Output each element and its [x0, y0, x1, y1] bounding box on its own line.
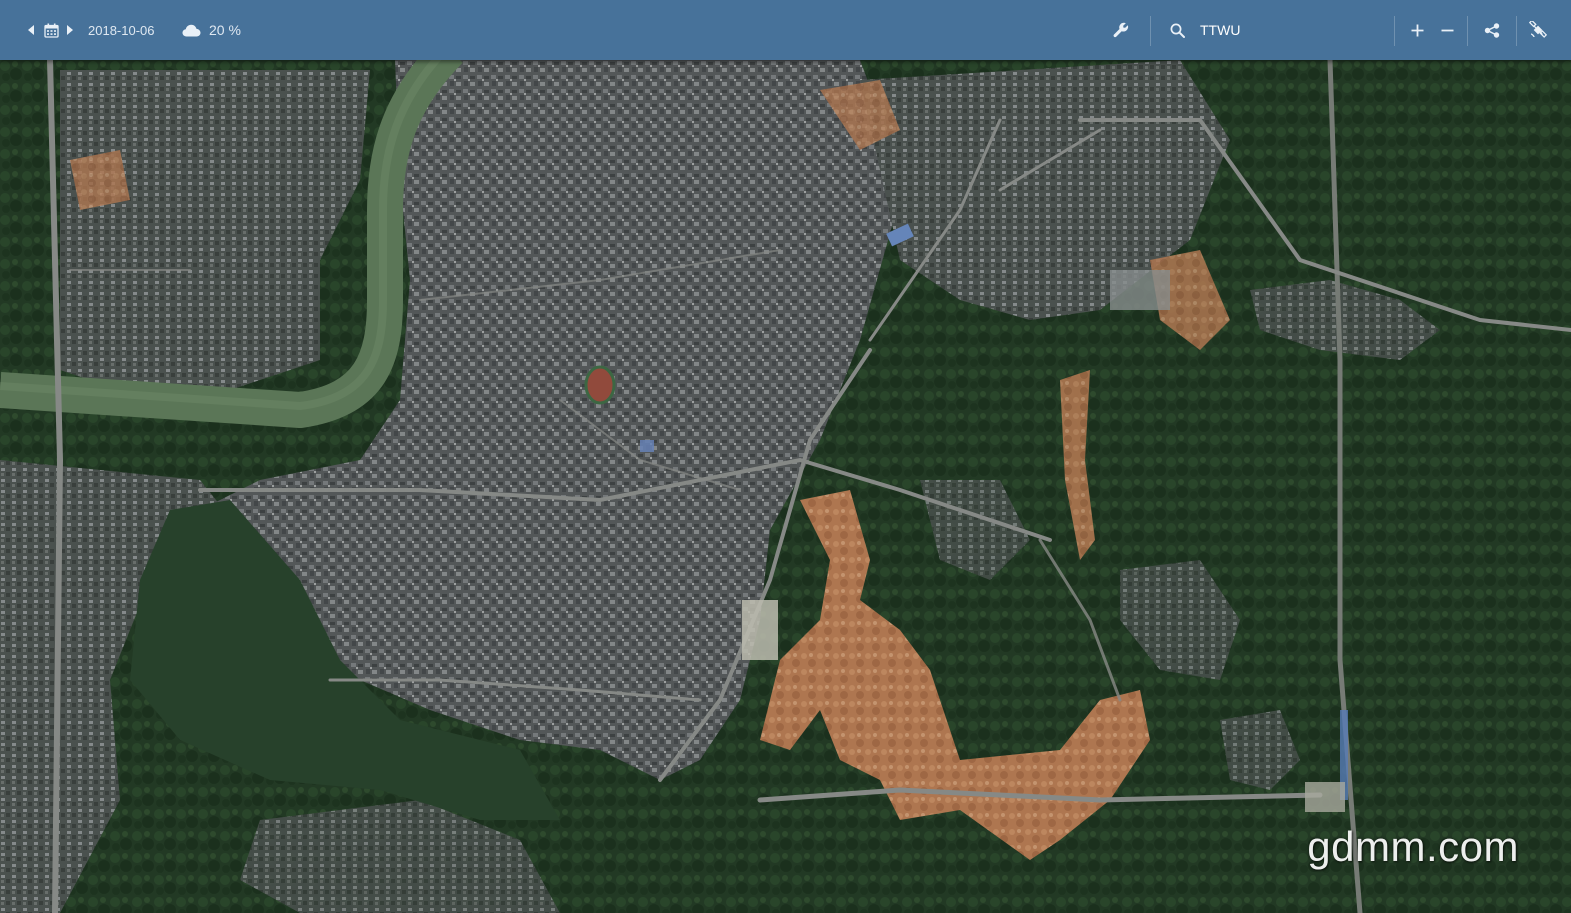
wrench-icon [1113, 22, 1129, 38]
zoom-out-button[interactable] [1436, 0, 1458, 60]
watermark: gdmm.com [1307, 823, 1519, 870]
tools-button[interactable] [1110, 0, 1132, 60]
calendar-button[interactable] [42, 0, 60, 60]
date-display[interactable]: 2018-10-06 [88, 0, 158, 60]
toolbar-separator [1150, 16, 1151, 46]
zoom-in-button[interactable] [1406, 0, 1428, 60]
share-button[interactable] [1481, 0, 1503, 60]
toolbar-separator [1467, 16, 1468, 46]
cloud-icon [182, 24, 200, 36]
toolbar-separator [1516, 16, 1517, 46]
top-toolbar: 2018-10-06 20 % TTWU [0, 0, 1571, 60]
satellite-icon [1529, 21, 1547, 38]
cloud-cover-value: 20 % [209, 0, 249, 60]
next-date-button[interactable] [64, 0, 76, 60]
search-input[interactable]: TTWU [1200, 22, 1240, 38]
date-text: 2018-10-06 [88, 22, 155, 38]
plus-icon [1411, 24, 1423, 36]
search-icon [1170, 23, 1185, 38]
caret-right-icon [67, 25, 73, 35]
cloud-cover-filter[interactable] [181, 0, 201, 60]
cloud-cover-text: 20 % [209, 22, 241, 38]
minus-icon [1441, 29, 1453, 31]
satellite-map[interactable]: gdmm.com [0, 60, 1571, 913]
calendar-icon [43, 23, 59, 38]
toolbar-separator [1394, 16, 1395, 46]
caret-left-icon [28, 25, 34, 35]
satellite-button[interactable] [1527, 0, 1549, 60]
prev-date-button[interactable] [24, 0, 38, 60]
satellite-imagery [0, 60, 1571, 913]
search-box[interactable]: TTWU [1170, 0, 1370, 60]
share-icon [1484, 22, 1500, 38]
atmospheric-haze [0, 60, 1571, 913]
